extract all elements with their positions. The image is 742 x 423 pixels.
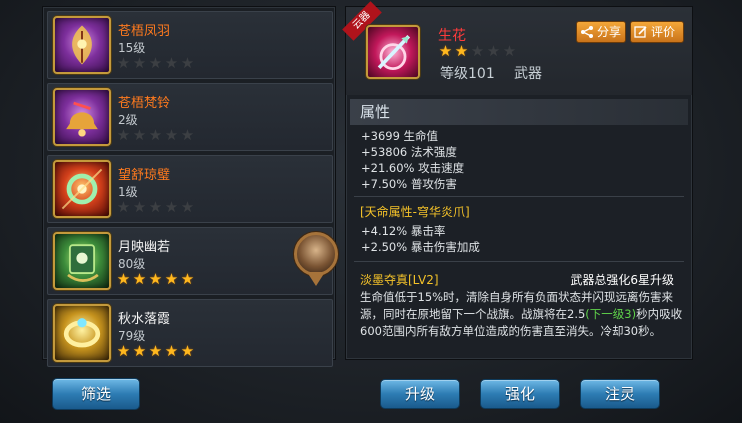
star-rating: ★ ★ ★ ★ ★: [116, 344, 195, 359]
attribute-line: +21.60% 攻击速度: [361, 161, 465, 175]
detail-header: 云器 生花 ★ ★ ★ ★ ★ 等级101 武器 分享 评价: [342, 1, 692, 95]
star-empty-icon: ★: [132, 54, 147, 72]
bell-icon: [53, 88, 111, 146]
star-filled-icon: ★: [116, 270, 131, 288]
star-rating: ★ ★ ★ ★ ★: [116, 128, 195, 143]
star-empty-icon: ★: [164, 54, 179, 72]
rate-label: 评价: [651, 25, 676, 39]
item-name: 苍梧凤羽: [118, 24, 171, 39]
item-name: 秋水落霞: [118, 312, 171, 327]
star-empty-icon: ★: [132, 198, 147, 216]
list-item[interactable]: 月映幽若 80级 ★ ★ ★ ★ ★: [47, 227, 338, 295]
edit-icon: [634, 26, 647, 38]
share-icon: [581, 26, 593, 38]
star-filled-icon: ★: [438, 42, 453, 60]
weapon-icon: [366, 25, 420, 79]
sky-attribute-line: +2.50% 暴击伤害加成: [361, 240, 480, 254]
avatar-pin-icon: [307, 272, 325, 286]
sky-attribute-title: [天命属性-穹华炎爪]: [360, 205, 470, 219]
star-empty-icon: ★: [164, 198, 179, 216]
star-filled-icon: ★: [454, 42, 469, 60]
star-empty-icon: ★: [148, 198, 163, 216]
rate-button[interactable]: 评价: [630, 21, 684, 43]
divider: [354, 196, 684, 197]
skill-next-level-value: (下一级3): [585, 307, 637, 321]
star-empty-icon: ★: [148, 126, 163, 144]
equipment-detail-panel: 云器 生花 ★ ★ ★ ★ ★ 等级101 武器 分享 评价 属性 +3699 生命值 …: [342, 1, 693, 360]
star-rating: ★ ★ ★ ★ ★: [116, 200, 195, 215]
star-empty-icon: ★: [132, 126, 147, 144]
attribute-line: +3699 生命值: [361, 129, 439, 143]
equipped-hero-avatar[interactable]: [294, 232, 338, 276]
jade-scroll-icon: [53, 232, 111, 290]
skill-description: 生命值低于15%时，清除自身所有负面状态并闪现远离伤害来源，同时在原地留下一个战…: [360, 289, 684, 340]
star-filled-icon: ★: [164, 270, 179, 288]
star-empty-icon: ★: [470, 42, 485, 60]
attribute-line: +7.50% 普攻伤害: [361, 177, 457, 191]
equipment-list-panel: 苍梧凤羽 15级 ★ ★ ★ ★ ★ 苍梧梵铃 2级 ★ ★ ★ ★ ★ 望舒琼璧 1级 ★ ★ ★…: [42, 6, 338, 367]
star-empty-icon: ★: [148, 54, 163, 72]
share-button[interactable]: 分享: [576, 21, 626, 43]
filter-button[interactable]: 筛选: [52, 378, 140, 410]
spirit-button[interactable]: 注灵: [580, 379, 660, 409]
item-name: 月映幽若: [118, 240, 171, 255]
gold-ring-icon: [53, 304, 111, 362]
star-filled-icon: ★: [164, 342, 179, 360]
star-rating: ★ ★ ★ ★ ★: [116, 272, 195, 287]
star-empty-icon: ★: [164, 126, 179, 144]
star-filled-icon: ★: [180, 342, 195, 360]
item-name: 望舒琼璧: [118, 168, 171, 183]
list-item[interactable]: 苍梧凤羽 15级 ★ ★ ★ ★ ★: [47, 11, 333, 79]
item-name: 苍梧梵铃: [118, 96, 171, 111]
upgrade-button[interactable]: 升级: [380, 379, 460, 409]
star-filled-icon: ★: [132, 270, 147, 288]
star-filled-icon: ★: [148, 270, 163, 288]
star-rating: ★ ★ ★ ★ ★: [116, 56, 195, 71]
weapon-type: 武器: [514, 66, 542, 82]
skill-title: 淡墨夺真[LV2]: [360, 273, 439, 287]
phoenix-feather-icon: [53, 16, 111, 74]
star-empty-icon: ★: [180, 198, 195, 216]
star-empty-icon: ★: [116, 54, 131, 72]
list-item[interactable]: 望舒琼璧 1级 ★ ★ ★ ★ ★: [47, 155, 333, 223]
list-item[interactable]: 秋水落霞 79级 ★ ★ ★ ★ ★: [47, 299, 333, 367]
weapon-level: 等级101: [440, 66, 495, 82]
star-filled-icon: ★: [180, 270, 195, 288]
list-item[interactable]: 苍梧梵铃 2级 ★ ★ ★ ★ ★: [47, 83, 333, 151]
star-empty-icon: ★: [180, 126, 195, 144]
star-filled-icon: ★: [148, 342, 163, 360]
weapon-star-rating: ★ ★ ★ ★ ★: [438, 44, 517, 59]
sky-attribute-line: +4.12% 暴击率: [361, 224, 446, 238]
star-empty-icon: ★: [486, 42, 501, 60]
jade-disc-icon: [53, 160, 111, 218]
star-empty-icon: ★: [180, 54, 195, 72]
enhance-button[interactable]: 强化: [480, 379, 560, 409]
divider: [354, 261, 684, 262]
star-empty-icon: ★: [502, 42, 517, 60]
star-empty-icon: ★: [116, 126, 131, 144]
share-label: 分享: [597, 25, 622, 39]
attributes-title: 属性: [350, 99, 688, 125]
star-filled-icon: ★: [132, 342, 147, 360]
star-empty-icon: ★: [116, 198, 131, 216]
attribute-line: +53806 法术强度: [361, 145, 457, 159]
skill-upgrade-note: 武器总强化6星升级: [570, 273, 674, 287]
star-filled-icon: ★: [116, 342, 131, 360]
